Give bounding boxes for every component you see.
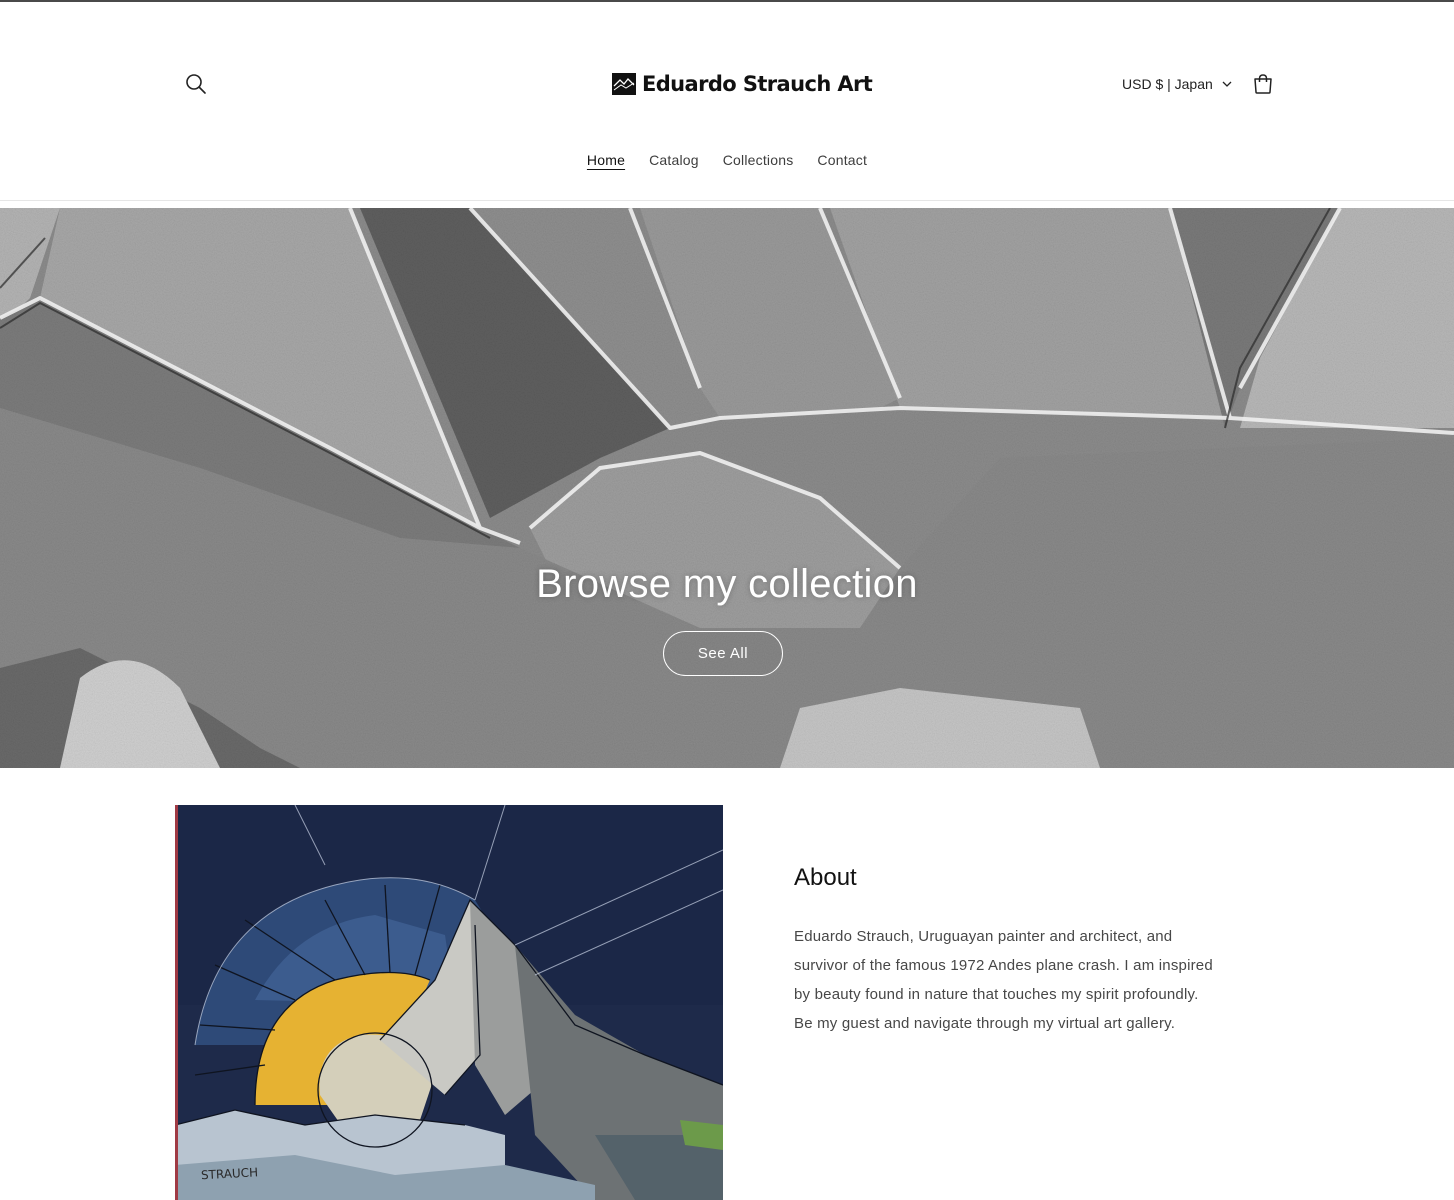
mountain-logo-icon (612, 73, 636, 95)
about-painting-image: STRAUCH (175, 805, 723, 1200)
chevron-down-icon (1222, 81, 1232, 87)
main-nav: Home Catalog Collections Contact (0, 148, 1454, 174)
nav-item-contact[interactable]: Contact (817, 148, 867, 174)
currency-label: USD $ | Japan (1122, 76, 1213, 92)
hero-title: Browse my collection (536, 562, 918, 606)
nav-item-catalog[interactable]: Catalog (649, 148, 699, 174)
nav-item-home[interactable]: Home (587, 148, 625, 174)
see-all-button[interactable]: See All (663, 631, 783, 676)
about-body: Eduardo Strauch, Uruguayan painter and a… (794, 928, 1213, 1032)
site-logo[interactable]: Eduardo Strauch Art (612, 66, 873, 102)
painting-signature: STRAUCH (201, 1165, 259, 1182)
logo-text: Eduardo Strauch Art (642, 72, 873, 96)
hero-banner: Browse my collection See All (0, 208, 1454, 768)
cart-icon (1254, 74, 1272, 94)
cart-button[interactable] (1245, 66, 1281, 102)
nav-item-collections[interactable]: Collections (723, 148, 794, 174)
site-header: Eduardo Strauch Art USD $ | Japan Home C… (0, 2, 1454, 201)
search-icon (186, 74, 206, 94)
about-section: About Eduardo Strauch, Uruguayan painter… (794, 858, 1214, 1038)
search-button[interactable] (178, 66, 214, 102)
about-title: About (794, 864, 857, 891)
hero-painting-image (0, 208, 1454, 768)
currency-selector[interactable]: USD $ | Japan (1122, 68, 1233, 100)
